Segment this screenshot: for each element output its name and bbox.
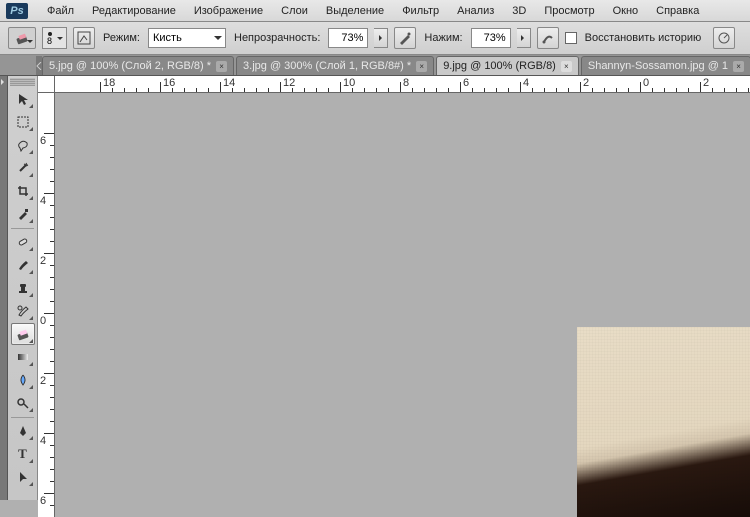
document-tab[interactable]: 5.jpg @ 100% (Слой 2, RGB/8) * × (42, 56, 234, 75)
mode-label: Режим: (103, 32, 140, 44)
toolbox-grip[interactable] (10, 78, 35, 86)
restore-history-label: Восстановить историю (585, 32, 702, 44)
menu-файл[interactable]: Файл (38, 2, 83, 20)
canvas-viewport[interactable] (55, 93, 750, 517)
menu-редактирование[interactable]: Редактирование (83, 2, 185, 20)
tab-close-icon[interactable]: × (733, 61, 744, 72)
brush-panel-icon (77, 31, 91, 45)
wand-tool[interactable] (11, 157, 35, 179)
blur-tool[interactable] (11, 369, 35, 391)
menu-просмотр[interactable]: Просмотр (535, 2, 603, 20)
menu-3d[interactable]: 3D (503, 2, 535, 20)
tab-label: 5.jpg @ 100% (Слой 2, RGB/8) * (49, 60, 211, 72)
airbrush-toggle[interactable] (537, 27, 559, 49)
toolbox: T (8, 76, 38, 500)
gradient-tool[interactable] (11, 346, 35, 368)
horizontal-ruler[interactable]: 18161412108642024 (55, 76, 750, 93)
document-tab-bar: 5.jpg @ 100% (Слой 2, RGB/8) *×3.jpg @ 3… (0, 55, 750, 76)
brush-size-label: 8 (47, 36, 52, 46)
restore-history-checkbox[interactable] (565, 32, 577, 44)
brush-panel-toggle[interactable] (73, 27, 95, 49)
pen-tool[interactable] (11, 420, 35, 442)
flow-input[interactable]: 73% (471, 28, 511, 48)
eraser-icon (15, 31, 29, 45)
document-tab[interactable]: 9.jpg @ 100% (RGB/8) × (436, 56, 579, 75)
pressure-size-toggle[interactable] (713, 27, 735, 49)
history-brush-tool[interactable] (11, 300, 35, 322)
pressure-icon (717, 31, 731, 45)
marquee-tool[interactable] (11, 111, 35, 133)
opacity-flyout[interactable] (374, 28, 388, 48)
vertical-ruler[interactable]: 6420246 (38, 93, 55, 517)
type-tool[interactable]: T (11, 443, 35, 465)
ruler-origin[interactable] (38, 76, 55, 93)
airbrush-icon (541, 31, 555, 45)
lasso-tool[interactable] (11, 134, 35, 156)
toolbox-collapse-handle[interactable] (0, 76, 8, 500)
opacity-pressure-toggle[interactable] (394, 27, 416, 49)
menu-окно[interactable]: Окно (604, 2, 648, 20)
flow-flyout[interactable] (517, 28, 531, 48)
dodge-tool[interactable] (11, 392, 35, 414)
healing-tool[interactable] (11, 231, 35, 253)
tool-preset-picker[interactable] (8, 27, 36, 49)
document-image (577, 327, 750, 517)
tab-close-icon[interactable]: × (416, 61, 427, 72)
options-bar: 8 Режим: Кисть Непрозрачность: 73% Нажим… (0, 22, 750, 55)
brush-tool[interactable] (11, 254, 35, 276)
path-select-tool[interactable] (11, 466, 35, 488)
tab-label: Shannyn-Sossamon.jpg @ 1 (588, 60, 728, 72)
app-logo: Ps (6, 3, 28, 19)
menu-справка[interactable]: Справка (647, 2, 708, 20)
document-tab[interactable]: 3.jpg @ 300% (Слой 1, RGB/8#) * × (236, 56, 434, 75)
opacity-input[interactable]: 73% (328, 28, 368, 48)
brush-preset-picker[interactable]: 8 (42, 27, 67, 49)
move-tool[interactable] (11, 88, 35, 110)
eyedropper-tool[interactable] (11, 203, 35, 225)
crop-tool[interactable] (11, 180, 35, 202)
tab-close-icon[interactable]: × (561, 61, 572, 72)
stamp-tool[interactable] (11, 277, 35, 299)
menu-изображение[interactable]: Изображение (185, 2, 272, 20)
mode-value: Кисть (153, 32, 182, 44)
menu-слои[interactable]: Слои (272, 2, 317, 20)
tab-close-icon[interactable]: × (216, 61, 227, 72)
mode-dropdown[interactable]: Кисть (148, 28, 226, 48)
menu-выделение[interactable]: Выделение (317, 2, 393, 20)
document-tab[interactable]: Shannyn-Sossamon.jpg @ 1 × (581, 56, 750, 75)
pen-pressure-icon (398, 31, 412, 45)
tab-label: 3.jpg @ 300% (Слой 1, RGB/8#) * (243, 60, 411, 72)
menu-анализ[interactable]: Анализ (448, 2, 503, 20)
canvas-area: 18161412108642024 6420246 (38, 76, 750, 500)
eraser-tool[interactable] (11, 323, 35, 345)
opacity-label: Непрозрачность: (234, 32, 320, 44)
tab-label: 9.jpg @ 100% (RGB/8) (443, 60, 556, 72)
flow-label: Нажим: (424, 32, 462, 44)
menu-bar: Ps ФайлРедактированиеИзображениеСлоиВыде… (0, 0, 750, 22)
menu-фильтр[interactable]: Фильтр (393, 2, 448, 20)
